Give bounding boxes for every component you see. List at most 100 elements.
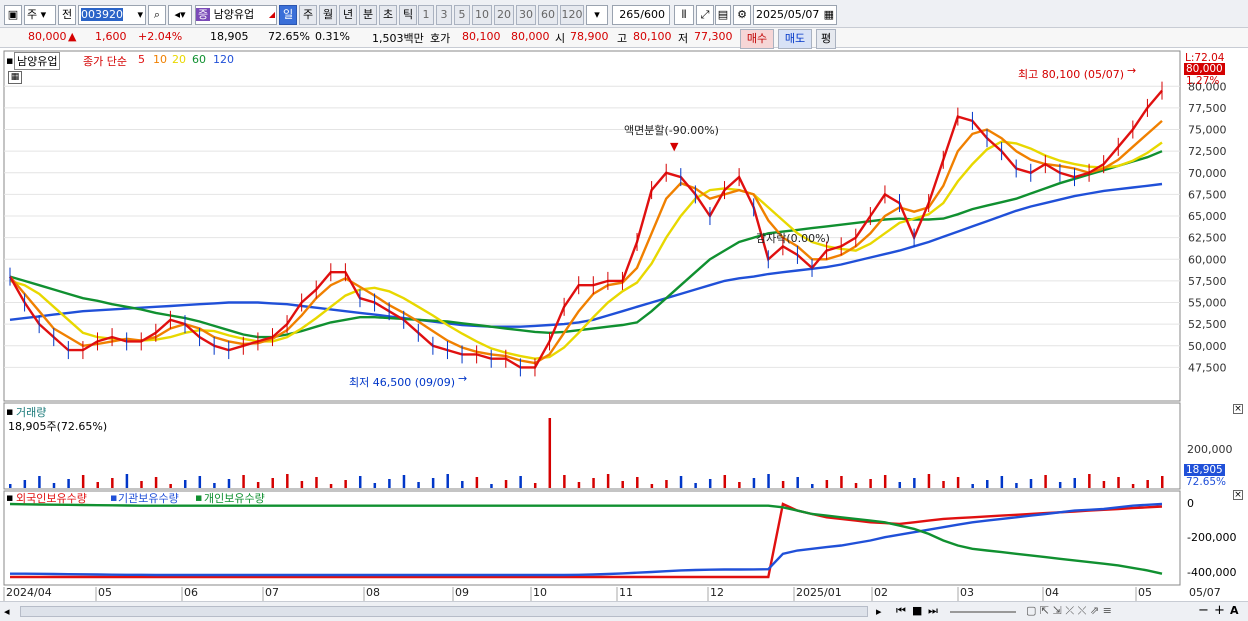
quote-bid: 80,000	[511, 30, 550, 43]
toolbar: ▣ 주 ▾ 전 003920 ▾ ⌕ ◂▾ 증 남양유업 ◢ 일 주 월 년 분 …	[0, 0, 1248, 28]
holding-close-icon[interactable]: ×	[1233, 490, 1243, 500]
period-tick[interactable]: 틱	[399, 5, 417, 25]
market-select[interactable]: 주 ▾	[24, 5, 56, 25]
eval-button[interactable]: 평	[816, 29, 836, 49]
quote-amount: 1,503백만	[372, 32, 424, 45]
low-arrow-icon: →	[458, 372, 468, 385]
stock-name: 남양유업	[213, 8, 255, 21]
annotation-high: 최고 80,100 (05/07)	[1018, 68, 1125, 81]
speaker-icon[interactable]: ◂▾	[168, 5, 192, 25]
scroll-bar[interactable]: ◂ ▸ ⏮ ■ ⏭ ▢ ⇱ ⇲ ⤫ ⤬ ⇗ ≡ − + A	[0, 601, 1248, 621]
scroll-track[interactable]	[20, 606, 868, 617]
volume-bar	[825, 480, 829, 488]
x-tick-label: 09	[455, 586, 469, 599]
candle-icon[interactable]: ⫴	[674, 5, 694, 25]
y-tick-label: 70,000	[1188, 167, 1227, 180]
x-tick-label: 04	[1045, 586, 1059, 599]
scroll-left-icon[interactable]: ◂	[4, 605, 10, 618]
holding-line	[10, 502, 1163, 577]
scroll-right-icon[interactable]: ▸	[876, 605, 882, 618]
ma-lines	[8, 81, 1163, 377]
text-size-icon[interactable]: A	[1230, 604, 1239, 617]
count-input[interactable]: 265/600	[612, 5, 670, 25]
y-tick-label: 75,000	[1188, 124, 1227, 137]
period-second[interactable]: 초	[379, 5, 397, 25]
period-minute[interactable]: 분	[359, 5, 377, 25]
annotation-split2: 감자락(0.00%)	[756, 232, 830, 245]
volume-bar	[1117, 477, 1120, 488]
scope-button[interactable]: 전	[58, 5, 76, 25]
holding-square-icon-3: ▪	[195, 491, 203, 504]
interval-dropdown[interactable]: ▾	[586, 5, 608, 25]
interval-5[interactable]: 5	[454, 5, 470, 25]
volume-bar	[1029, 479, 1033, 488]
volume-bar	[431, 478, 435, 488]
search-icon[interactable]: ⌕	[148, 5, 166, 25]
volume-bar	[679, 476, 683, 488]
y-tick-label: 55,000	[1188, 297, 1227, 310]
volume-bar	[533, 483, 537, 488]
volume-bar	[213, 483, 216, 488]
zoom-out-icon[interactable]: −	[1198, 603, 1209, 618]
volume-bar	[388, 479, 391, 488]
volume-bar	[198, 476, 202, 488]
x-tick-label: 07	[265, 586, 279, 599]
play-back-icon[interactable]: ⏮	[896, 604, 906, 618]
zoom-slider[interactable]	[950, 611, 1016, 613]
volume-bar	[1161, 476, 1164, 488]
interval-3[interactable]: 3	[436, 5, 452, 25]
volume-bar	[256, 482, 260, 488]
holding-lines	[9, 502, 1163, 579]
volume-close-icon[interactable]: ×	[1233, 404, 1243, 414]
interval-120[interactable]: 120	[560, 5, 584, 25]
volume-bar	[125, 474, 129, 488]
holding-legend-inst: 기관보유수량	[118, 492, 179, 505]
up-arrow-icon: ▲	[68, 30, 77, 43]
stock-name-box[interactable]: 증 남양유업 ◢	[195, 5, 277, 25]
window-menu-icon[interactable]: ▣	[4, 5, 22, 25]
interval-30[interactable]: 30	[516, 5, 536, 25]
holding-line	[10, 502, 1163, 579]
volume-menu-icon[interactable]: ▪	[6, 405, 13, 418]
volume-bar	[38, 476, 41, 488]
save-icon[interactable]: ▤	[715, 5, 731, 25]
volume-bar	[461, 481, 464, 488]
volume-bars	[9, 418, 1164, 488]
stop-icon[interactable]: ■	[912, 604, 922, 617]
play-forward-icon[interactable]: ⏭	[928, 604, 938, 618]
tool-icons[interactable]: ▢ ⇱ ⇲ ⤫ ⤬ ⇗ ≡	[1026, 604, 1112, 618]
quote-volume: 18,905	[210, 30, 249, 43]
period-month[interactable]: 월	[319, 5, 337, 25]
interval-60[interactable]: 60	[538, 5, 558, 25]
period-year[interactable]: 년	[339, 5, 357, 25]
ma-line-20	[9, 140, 1163, 360]
quote-low: 77,300	[694, 30, 733, 43]
buy-button[interactable]: 매수	[740, 29, 774, 49]
x-tick-label: 06	[184, 586, 198, 599]
holding-legend-foreign: 외국인보유수량	[16, 492, 87, 505]
interval-10[interactable]: 10	[472, 5, 492, 25]
volume-bar	[694, 483, 697, 488]
volume-bar	[1000, 476, 1004, 488]
volume-pct-tag: 72.65%	[1186, 476, 1227, 488]
sell-button[interactable]: 매도	[778, 29, 812, 49]
gear-icon[interactable]: ⚙	[733, 5, 751, 25]
volume-bar	[767, 474, 770, 488]
date-input[interactable]: 2025/05/07 ▦	[753, 5, 837, 25]
holding-menu-icon[interactable]: ▪	[6, 491, 13, 504]
draw-line-icon[interactable]: ⤢	[696, 5, 714, 25]
interval-1[interactable]: 1	[418, 5, 434, 25]
split-arrow-icon: ▼	[670, 140, 679, 153]
code-input[interactable]: 003920 ▾	[78, 5, 146, 25]
volume-panel-border	[3, 402, 1181, 490]
volume-bar	[738, 482, 741, 488]
period-day[interactable]: 일	[279, 5, 297, 25]
calendar-icon[interactable]: ▦	[824, 6, 834, 24]
holding-axis-2: -400,000	[1187, 566, 1237, 579]
zoom-in-icon[interactable]: +	[1214, 603, 1225, 618]
volume-bar	[986, 480, 989, 488]
interval-20[interactable]: 20	[494, 5, 514, 25]
volume-bar	[475, 477, 479, 488]
period-week[interactable]: 주	[299, 5, 317, 25]
volume-bar	[927, 474, 931, 488]
